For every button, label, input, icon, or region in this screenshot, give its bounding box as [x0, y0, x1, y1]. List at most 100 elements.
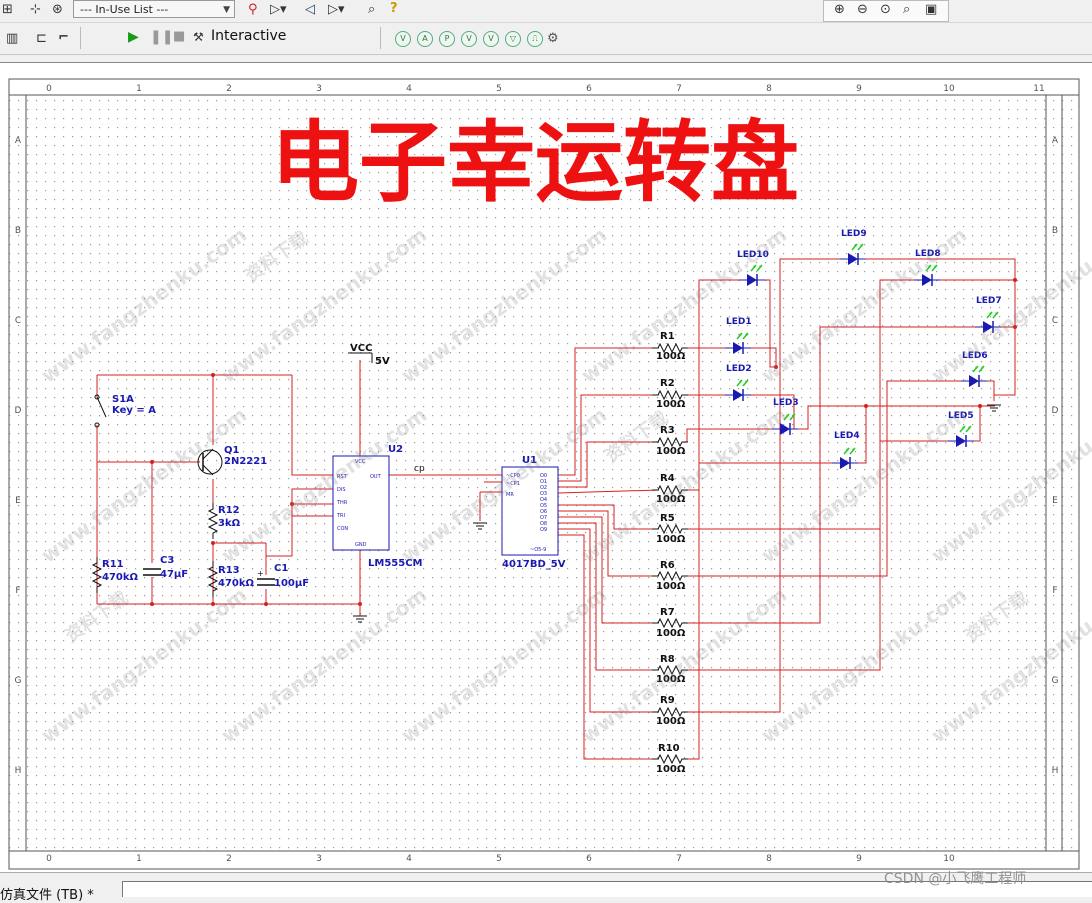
u2-pin-tri: TRI: [336, 513, 345, 519]
border-row-F: F: [15, 586, 20, 596]
export-icon[interactable]: ▷▾: [328, 2, 345, 18]
u1-pin-cp0: ~CP0: [506, 473, 520, 479]
u2-part: LM555CM: [368, 558, 423, 569]
vcc-value: 5V: [375, 356, 390, 367]
border-col-0-bottom: 0: [46, 854, 52, 864]
border-row-F-right: F: [1052, 586, 1057, 596]
probe-power-icon[interactable]: P: [439, 31, 455, 47]
wire-icon[interactable]: ⌐: [58, 30, 69, 46]
led3-label: LED3: [773, 398, 799, 408]
border-row-H: H: [15, 766, 22, 776]
probe-icon[interactable]: ⚲: [248, 2, 258, 18]
border-col-9-bottom: 9: [856, 854, 862, 864]
stop-button[interactable]: ■: [173, 29, 185, 44]
zoom-toolbar: ⊕ ⊖ ⊙ ⌕ ▣: [823, 0, 949, 22]
u2-pin-rst: RST: [337, 474, 348, 480]
border-col-10-bottom: 10: [943, 854, 955, 864]
border-col-6: 6: [586, 84, 592, 94]
led5-label: LED5: [948, 411, 974, 421]
c3-label: C3: [160, 555, 174, 566]
probe-digital-icon[interactable]: ⎍: [527, 31, 543, 47]
probe-voltage-current-icon[interactable]: V: [483, 31, 499, 47]
settings-icon[interactable]: ⚙: [547, 31, 559, 47]
r5-label: R5: [660, 513, 675, 524]
r11-value: 470kΩ: [102, 572, 139, 583]
border-col-10: 10: [943, 84, 955, 94]
separator: [380, 27, 381, 49]
border-col-3-bottom: 3: [316, 854, 322, 864]
probe-voltage-icon[interactable]: V: [395, 31, 411, 47]
probe-current-icon[interactable]: A: [417, 31, 433, 47]
border-col-1: 1: [136, 84, 142, 94]
c1-label: C1: [274, 563, 288, 574]
border-row-G: G: [15, 676, 22, 686]
r4-value: 100Ω: [656, 494, 686, 505]
r13-label: R13: [218, 565, 240, 576]
database-icon[interactable]: ⊛: [52, 2, 63, 18]
border-col-6-bottom: 6: [586, 854, 592, 864]
u1-pin-o9: O9: [540, 527, 547, 533]
in-use-list-select[interactable]: --- In-Use List --- ▼: [73, 0, 235, 18]
wrench-icon: ⚒: [193, 30, 204, 44]
border-row-G-right: G: [1052, 676, 1059, 686]
r4-label: R4: [660, 473, 675, 484]
border-col-9: 9: [856, 84, 862, 94]
border-col-2: 2: [226, 84, 232, 94]
border-col-3: 3: [316, 84, 322, 94]
zoom-out-icon[interactable]: ⊖: [857, 2, 868, 18]
border-col-5-bottom: 5: [496, 854, 502, 864]
u2-pin-dis: DIS: [337, 487, 346, 493]
border-col-4: 4: [406, 84, 412, 94]
led10-label: LED10: [737, 250, 769, 260]
bus-icon[interactable]: ⊏: [36, 31, 47, 47]
interactive-mode-button[interactable]: Interactive: [211, 28, 286, 44]
cp-net-label: cp: [414, 464, 425, 474]
pause-button[interactable]: ❚❚: [150, 29, 173, 45]
design-tab-label[interactable]: 仿真文件 (TB) *: [0, 884, 94, 903]
r10-value: 100Ω: [656, 764, 686, 775]
u1-pin-o59: ~O5-9: [530, 547, 546, 553]
r10-label: R10: [658, 743, 680, 754]
run-button[interactable]: ▶: [128, 29, 139, 45]
new-sheet-icon[interactable]: ⊹: [30, 2, 41, 18]
border-row-C: C: [15, 316, 21, 326]
led2-label: LED2: [726, 364, 752, 374]
zoom-fit-icon[interactable]: ⌕: [903, 2, 910, 18]
border-row-H-right: H: [1052, 766, 1059, 776]
vcc-label: VCC: [350, 343, 372, 354]
border-row-E-right: E: [1052, 496, 1058, 506]
r3-label: R3: [660, 425, 675, 436]
zoom-area-icon[interactable]: ⊙: [880, 2, 891, 18]
u2-label: U2: [388, 444, 403, 455]
border-col-5: 5: [496, 84, 502, 94]
full-screen-icon[interactable]: ▣: [925, 2, 937, 18]
led9-label: LED9: [841, 229, 867, 239]
chevron-down-icon: ▼: [223, 5, 230, 15]
schematic-canvas[interactable]: 0 1 2 3 4 5 6 7 8 9 10 11 0 1 2 3 4 5 6 …: [0, 62, 1092, 873]
r6-value: 100Ω: [656, 581, 686, 592]
csdn-credit: CSDN @小飞鹰工程师: [884, 871, 1027, 887]
u1-label: U1: [522, 455, 537, 466]
component-icon[interactable]: ▥: [6, 31, 18, 47]
forward-annotate-icon[interactable]: ▷▾: [270, 2, 287, 18]
search-icon[interactable]: ⌕: [368, 2, 375, 18]
led4-label: LED4: [834, 431, 860, 441]
r7-label: R7: [660, 607, 675, 618]
r11-label: R11: [102, 559, 124, 570]
border-row-B-right: B: [1052, 226, 1058, 236]
help-icon[interactable]: ?: [390, 1, 398, 17]
r8-value: 100Ω: [656, 674, 686, 685]
u2-pin-out: OUT: [370, 474, 382, 480]
border-row-A: A: [15, 136, 22, 146]
hierarchy-icon[interactable]: ⊞: [2, 2, 13, 18]
ic-u1-4017[interactable]: ~CP0 ~CP1 MR O0 O1 O2 O3 O4 O5 O6 O7 O8 …: [501, 455, 566, 570]
r7-value: 100Ω: [656, 628, 686, 639]
r2-label: R2: [660, 378, 675, 389]
u1-part: 4017BD_5V: [502, 559, 566, 570]
probe-differential-icon[interactable]: V: [461, 31, 477, 47]
u2-pin-thr: THR: [336, 500, 348, 506]
probe-reference-icon[interactable]: ▽: [505, 31, 521, 47]
zoom-in-icon[interactable]: ⊕: [834, 2, 845, 18]
back-annotate-icon[interactable]: ◁: [305, 2, 315, 18]
c1-plus: +: [257, 569, 264, 578]
